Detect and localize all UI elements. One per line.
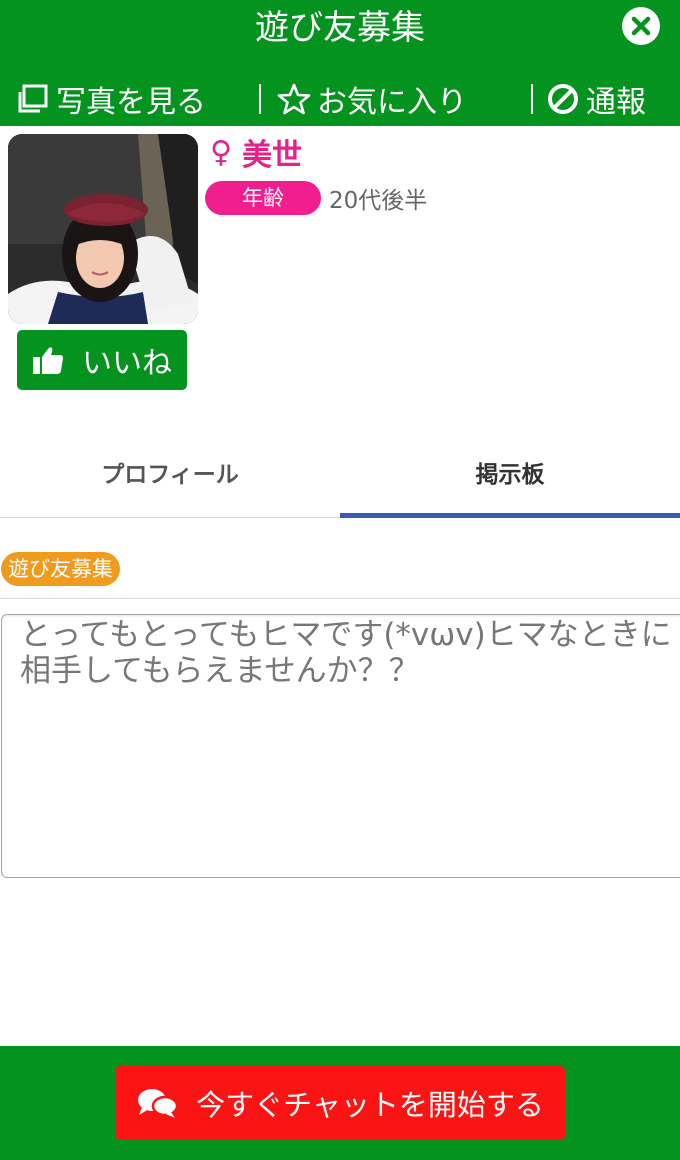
header-bar: 遊び友募集 写真を見る お気に入り 通報 xyxy=(0,0,680,126)
female-icon: ♀ xyxy=(210,134,232,170)
tab-board[interactable]: 掲示板 xyxy=(340,440,680,518)
start-chat-button[interactable]: 今すぐチャットを開始する xyxy=(115,1066,565,1140)
view-photos-label: 写真を見る xyxy=(56,85,206,120)
age-value: 20代後半 xyxy=(329,188,428,214)
prohibited-icon xyxy=(548,84,578,114)
divider xyxy=(0,598,680,599)
photos-icon xyxy=(18,84,48,113)
tab-bar: プロフィール 掲示板 xyxy=(0,440,680,518)
tab-profile[interactable]: プロフィール xyxy=(0,440,340,518)
like-label: いいね xyxy=(82,346,172,381)
view-photos-button[interactable]: 写真を見る xyxy=(16,76,206,122)
chat-bubbles-icon xyxy=(138,1089,179,1118)
report-label: 通報 xyxy=(586,85,646,120)
profile-name: 美世 xyxy=(241,138,302,173)
report-button[interactable]: 通報 xyxy=(546,76,646,122)
star-icon xyxy=(277,83,311,115)
action-bar: 写真を見る お気に入り 通報 xyxy=(0,76,680,122)
thumbs-up-icon xyxy=(33,347,63,374)
profile-name-row: ♀ 美世 xyxy=(210,132,302,174)
page-title: 遊び友募集 xyxy=(255,8,425,48)
post-message: とってもとってもヒマです(*vωv)ヒマなときに相手してもらえませんか？？ xyxy=(1,614,680,878)
close-icon xyxy=(631,16,651,36)
category-badge: 遊び友募集 xyxy=(1,552,120,586)
close-button[interactable] xyxy=(622,7,660,45)
favorite-label: お気に入り xyxy=(317,85,467,120)
favorite-button[interactable]: お気に入り xyxy=(277,76,467,122)
start-chat-label: 今すぐチャットを開始する xyxy=(196,1088,544,1122)
age-row: 年齢 20代後半 xyxy=(205,180,427,216)
action-separator xyxy=(259,84,261,114)
age-badge: 年齢 xyxy=(205,181,321,215)
like-button[interactable]: いいね xyxy=(17,330,187,390)
profile-photo[interactable] xyxy=(8,134,198,324)
action-separator xyxy=(531,84,533,114)
